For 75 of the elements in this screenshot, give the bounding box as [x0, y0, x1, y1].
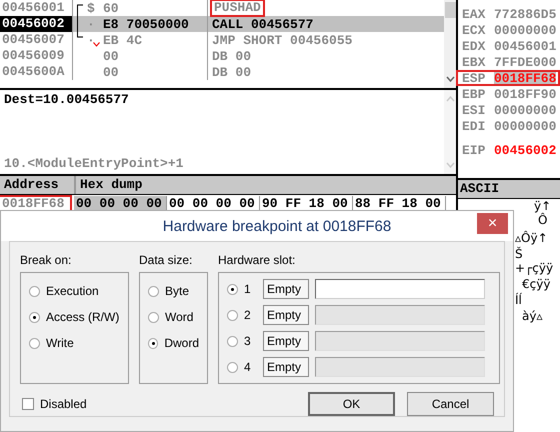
- address-cell: 00456009: [0, 48, 73, 64]
- bytes-cell-text: E8 70050000: [103, 16, 190, 32]
- slot-status-field: Empty: [263, 279, 309, 299]
- radio-option[interactable]: Word: [148, 309, 199, 325]
- register-value: 00000000: [494, 22, 556, 38]
- ascii-text: €çÿÿ: [522, 277, 550, 291]
- marker-text: $: [87, 0, 95, 16]
- group-label: Data size:: [139, 252, 194, 268]
- instruction-cell: DB 00: [212, 48, 252, 64]
- register-name: ECX: [462, 22, 486, 38]
- register-name: EIP: [462, 142, 486, 158]
- register-value: 00456001: [494, 38, 556, 54]
- scroll-down-icon[interactable]: [446, 76, 454, 82]
- register-value: 0018FF90: [494, 86, 556, 102]
- register-name: EAX: [462, 6, 486, 22]
- register-name: EDX: [462, 38, 486, 54]
- register-value: 00000000: [494, 102, 556, 118]
- register-value: 00456002: [494, 142, 556, 158]
- address-cell: 00456002: [0, 16, 73, 32]
- cancel-button[interactable]: Cancel: [407, 392, 494, 416]
- register-name: EBP: [462, 86, 486, 102]
- scroll-thumb[interactable]: [444, 2, 456, 18]
- window-title: Hardware breakpoint at 0018FF68: [162, 218, 392, 234]
- column-header[interactable]: Address: [0, 176, 76, 194]
- ascii-text: àý▵: [522, 309, 542, 323]
- info-text: Dest=10.00456577: [4, 92, 130, 107]
- instruction-cell: PUSHAD: [212, 1, 263, 15]
- marker-text: ·: [87, 16, 95, 32]
- bytes-cell-text: 00: [103, 48, 120, 64]
- ascii-text: +┌çÿÿ: [515, 261, 554, 275]
- register-name: ESP: [462, 70, 486, 86]
- radio-option[interactable]: 1: [227, 281, 257, 297]
- ascii-text: Š: [515, 247, 523, 261]
- slot-status-field: Empty: [263, 305, 309, 325]
- marker-text: ·: [87, 32, 95, 48]
- radio-option[interactable]: 3: [227, 333, 257, 349]
- scrollbar[interactable]: [444, 90, 456, 174]
- bytes-cell-text: 00: [103, 64, 120, 80]
- radio-option[interactable]: 2: [227, 307, 257, 323]
- radio-option[interactable]: Execution: [29, 283, 120, 299]
- radio-option[interactable]: Byte: [148, 283, 199, 299]
- register-name: EBX: [462, 54, 486, 70]
- scroll-up-icon[interactable]: [446, 96, 454, 102]
- address-cell: 0018FF68: [0, 197, 70, 211]
- ascii-text: ÿ↑: [534, 199, 552, 213]
- radio-option[interactable]: 4: [227, 359, 257, 375]
- instruction-cell: CALL 00456577: [212, 16, 314, 32]
- instruction-cell: JMP SHORT 00456055: [212, 32, 352, 48]
- ascii-text: Ô: [538, 213, 548, 227]
- ascii-text: Íĺ: [515, 293, 522, 307]
- group-label: Hardware slot:: [218, 252, 296, 268]
- bytes-cell-text: 60: [103, 0, 120, 16]
- radio-option[interactable]: Dword: [148, 335, 199, 351]
- radio-option[interactable]: Write: [29, 335, 120, 351]
- radio-option[interactable]: Access (R/W): [29, 309, 120, 325]
- register-name: EDI: [462, 118, 486, 134]
- address-cell: 00456007: [0, 32, 73, 48]
- register-value: 00000000: [494, 118, 556, 134]
- slot-status-field: Empty: [263, 357, 309, 377]
- register-name: ESI: [462, 102, 486, 118]
- jump-bracket-icon: [76, 4, 84, 38]
- instruction-cell: DB 00: [212, 64, 252, 80]
- slot-status-field: Empty: [263, 331, 309, 351]
- ok-button[interactable]: OK: [308, 392, 395, 416]
- ascii-text: ▵Ôÿ↑: [515, 231, 548, 245]
- scrollbar[interactable]: [444, 0, 456, 88]
- register-value: 0018FF68: [494, 70, 556, 86]
- register-value: 772886D5: [494, 6, 556, 22]
- column-header[interactable]: Hex dump: [76, 176, 456, 194]
- register-value: 7FFDE000: [494, 54, 556, 70]
- bytes-cell-text: EB 4C: [103, 32, 144, 48]
- address-cell: 0045600A: [0, 64, 73, 80]
- info-text: 10.<ModuleEntryPoint>+1: [4, 156, 184, 171]
- group-label: Break on:: [20, 252, 72, 268]
- close-button[interactable]: ×: [477, 213, 508, 234]
